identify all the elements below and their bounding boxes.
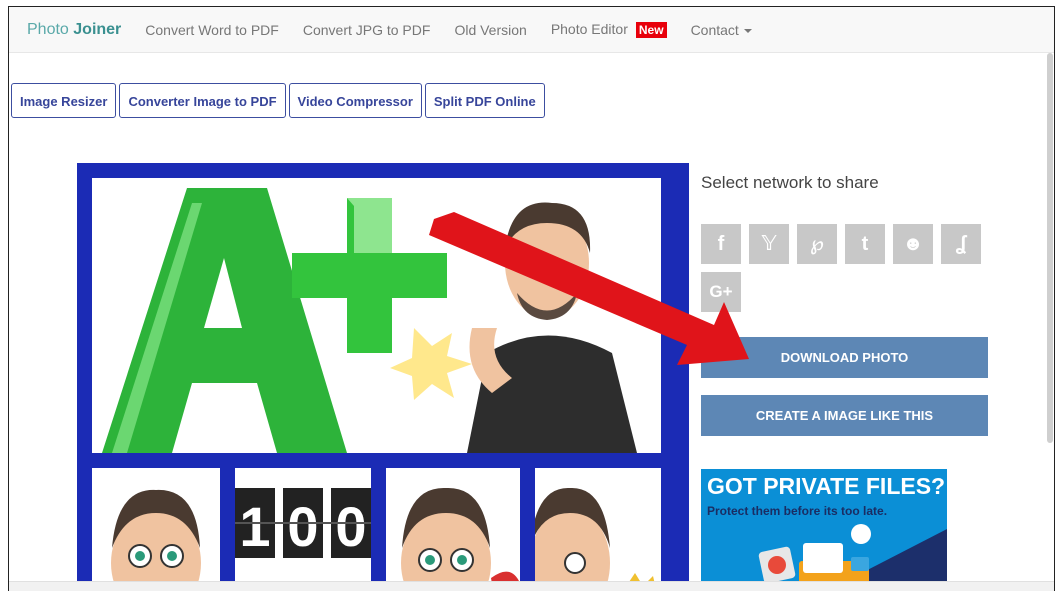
- collage-tile-1: [92, 468, 220, 591]
- reddit-icon[interactable]: ☻: [893, 224, 933, 264]
- navbar: Photo Joiner Convert Word to PDF Convert…: [9, 7, 1054, 53]
- brand-light: Photo: [27, 20, 69, 38]
- ad-illustration: [758, 524, 947, 591]
- nav-contact-dropdown[interactable]: Contact: [691, 22, 752, 38]
- ad-banner[interactable]: GOT PRIVATE FILES? Protect them before i…: [701, 469, 947, 591]
- twitter-icon[interactable]: 𝕐: [749, 224, 789, 264]
- collage-tile-4: [535, 468, 661, 591]
- svg-text:1: 1: [239, 495, 270, 558]
- horizontal-scrollbar[interactable]: [9, 581, 1054, 591]
- svg-text:0: 0: [287, 495, 318, 558]
- new-badge: New: [635, 22, 667, 38]
- collage-main-tile: [92, 178, 661, 453]
- stumbleupon-icon[interactable]: ʆ: [941, 224, 981, 264]
- create-image-button[interactable]: CREATE A IMAGE LIKE THIS: [701, 395, 988, 436]
- nav-photo-editor[interactable]: Photo Editor New: [551, 21, 667, 38]
- nav-convert-word[interactable]: Convert Word to PDF: [145, 22, 279, 38]
- pinterest-icon[interactable]: ℘: [797, 224, 837, 264]
- photo-collage: 1 0 0: [77, 163, 689, 591]
- svg-text:0: 0: [335, 495, 366, 558]
- vertical-scrollbar[interactable]: [1046, 53, 1054, 583]
- aplus-bitmoji-image: [102, 188, 637, 453]
- nav-old-version[interactable]: Old Version: [454, 22, 526, 38]
- nav-contact-label: Contact: [690, 21, 739, 38]
- facebook-icon[interactable]: f: [701, 224, 741, 264]
- brand-logo[interactable]: Photo Joiner: [27, 21, 121, 39]
- download-photo-button[interactable]: DOWNLOAD PHOTO: [701, 337, 988, 378]
- share-title: Select network to share: [701, 173, 879, 192]
- tumblr-icon[interactable]: t: [845, 224, 885, 264]
- video-compressor-button[interactable]: Video Compressor: [288, 83, 422, 118]
- browser-viewport: Photo Joiner Convert Word to PDF Convert…: [8, 6, 1055, 591]
- nav-convert-jpg[interactable]: Convert JPG to PDF: [303, 22, 431, 38]
- brand-bold: Joiner: [73, 20, 122, 38]
- split-pdf-button[interactable]: Split PDF Online: [424, 83, 545, 118]
- converter-image-pdf-button[interactable]: Converter Image to PDF: [119, 83, 286, 118]
- collage-tile-2: 1 0 0: [235, 468, 371, 591]
- caret-down-icon: [743, 28, 752, 33]
- google-plus-icon[interactable]: G+: [701, 272, 741, 312]
- nav-photo-editor-label: Photo Editor: [550, 21, 628, 37]
- image-resizer-button[interactable]: Image Resizer: [11, 83, 117, 118]
- collage-tile-3: [386, 468, 520, 591]
- tool-buttons: Image Resizer Converter Image to PDF Vid…: [11, 83, 545, 118]
- vertical-scrollbar-thumb[interactable]: [1047, 53, 1053, 443]
